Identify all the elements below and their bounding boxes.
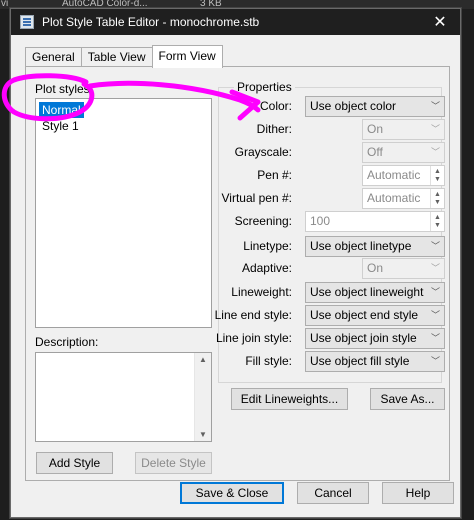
scroll-down-icon[interactable]: ▼: [199, 430, 207, 439]
chevron-down-icon: ﹀: [430, 310, 440, 320]
line-join-style-label: Line join style:: [215, 331, 292, 345]
spin-up-icon[interactable]: ▲: [434, 191, 441, 199]
cancel-button[interactable]: Cancel: [297, 482, 369, 504]
line-end-style-label: Line end style:: [214, 308, 292, 322]
dither-dropdown[interactable]: On ﹀: [362, 119, 445, 140]
title-bar[interactable]: Plot Style Table Editor - monochrome.stb…: [11, 9, 460, 35]
bg-text-left: vi: [1, 0, 9, 9]
fill-style-label: Fill style:: [245, 354, 292, 368]
plot-style-table-editor-dialog: Plot Style Table Editor - monochrome.stb…: [10, 8, 461, 518]
lineweight-value: Use object lineweight: [310, 285, 424, 299]
description-label: Description:: [35, 335, 99, 349]
adaptive-value: On: [367, 261, 384, 275]
table-editor-app-icon: [20, 15, 34, 29]
chevron-down-icon: ﹀: [430, 263, 440, 273]
pen-number-label: Pen #:: [257, 168, 292, 182]
close-button[interactable]: ✕: [420, 9, 460, 35]
screening-value: 100: [310, 214, 331, 228]
dither-value: On: [367, 122, 384, 136]
spin-down-icon[interactable]: ▼: [434, 222, 441, 230]
pen-number-value: Automatic: [367, 168, 421, 182]
color-dropdown[interactable]: Use object color ﹀: [305, 96, 445, 117]
add-style-button[interactable]: Add Style: [36, 452, 113, 474]
plot-styles-label: Plot styles:: [35, 82, 94, 96]
list-item-style-1[interactable]: Style 1: [36, 118, 211, 134]
chevron-down-icon: ﹀: [430, 287, 440, 297]
linetype-dropdown[interactable]: Use object linetype ﹀: [305, 236, 445, 257]
pen-number-spinner[interactable]: Automatic ▲ ▼: [362, 165, 445, 186]
line-join-style-value: Use object join style: [310, 331, 417, 345]
fill-style-value: Use object fill style: [310, 354, 410, 368]
linetype-label: Linetype:: [243, 239, 292, 253]
form-view-panel: Plot styles: Normal Style 1 Description:…: [25, 66, 450, 481]
chevron-down-icon: ﹀: [430, 101, 440, 111]
plot-styles-list[interactable]: Normal Style 1: [35, 98, 212, 328]
properties-legend: Properties: [234, 80, 295, 94]
bg-text-size: 3 KB: [200, 0, 222, 9]
spin-down-icon[interactable]: ▼: [434, 199, 441, 207]
linetype-value: Use object linetype: [310, 239, 412, 253]
grayscale-value: Off: [367, 145, 383, 159]
list-item-normal[interactable]: Normal: [39, 102, 84, 118]
line-join-style-dropdown[interactable]: Use object join style ﹀: [305, 328, 445, 349]
virtual-pen-value: Automatic: [367, 191, 421, 205]
lineweight-label: Lineweight:: [231, 285, 292, 299]
chevron-down-icon: ﹀: [430, 333, 440, 343]
screening-label: Screening:: [234, 214, 292, 228]
dither-label: Dither:: [256, 122, 292, 136]
virtual-pen-spinner[interactable]: Automatic ▲ ▼: [362, 188, 445, 209]
grayscale-label: Grayscale:: [234, 145, 292, 159]
line-end-style-value: Use object end style: [310, 308, 419, 322]
color-label: Color:: [259, 99, 292, 113]
color-value: Use object color: [310, 99, 397, 113]
chevron-down-icon: ﹀: [430, 356, 440, 366]
save-as-button[interactable]: Save As...: [370, 388, 445, 410]
spin-down-icon[interactable]: ▼: [434, 176, 441, 184]
tab-general[interactable]: General: [25, 47, 82, 67]
save-and-close-button[interactable]: Save & Close: [180, 482, 284, 504]
chevron-down-icon: ﹀: [430, 147, 440, 157]
edit-lineweights-button[interactable]: Edit Lineweights...: [231, 388, 348, 410]
spin-up-icon[interactable]: ▲: [434, 168, 441, 176]
screening-spinner[interactable]: 100 ▲ ▼: [305, 211, 445, 232]
adaptive-dropdown[interactable]: On ﹀: [362, 258, 445, 279]
spinner-arrows[interactable]: ▲ ▼: [430, 166, 444, 185]
fill-style-dropdown[interactable]: Use object fill style ﹀: [305, 351, 445, 372]
chevron-down-icon: ﹀: [430, 241, 440, 251]
window-title: Plot Style Table Editor - monochrome.stb: [42, 15, 260, 29]
adaptive-label: Adaptive:: [241, 261, 292, 275]
tab-table-view[interactable]: Table View: [80, 47, 153, 67]
tab-form-view[interactable]: Form View: [151, 45, 223, 68]
virtual-pen-label: Virtual pen #:: [221, 191, 293, 205]
bg-text-filename: AutoCAD Color-d...: [62, 0, 148, 9]
lineweight-dropdown[interactable]: Use object lineweight ﹀: [305, 282, 445, 303]
chevron-down-icon: ﹀: [430, 124, 440, 134]
help-button[interactable]: Help: [382, 482, 454, 504]
spinner-arrows[interactable]: ▲ ▼: [430, 189, 444, 208]
tab-strip: General Table View Form View: [25, 45, 223, 68]
close-icon: ✕: [433, 14, 447, 31]
spinner-arrows[interactable]: ▲ ▼: [430, 212, 444, 231]
spin-up-icon[interactable]: ▲: [434, 214, 441, 222]
delete-style-button[interactable]: Delete Style: [135, 452, 212, 474]
line-end-style-dropdown[interactable]: Use object end style ﹀: [305, 305, 445, 326]
description-textarea[interactable]: ▲ ▼: [35, 352, 212, 442]
grayscale-dropdown[interactable]: Off ﹀: [362, 142, 445, 163]
